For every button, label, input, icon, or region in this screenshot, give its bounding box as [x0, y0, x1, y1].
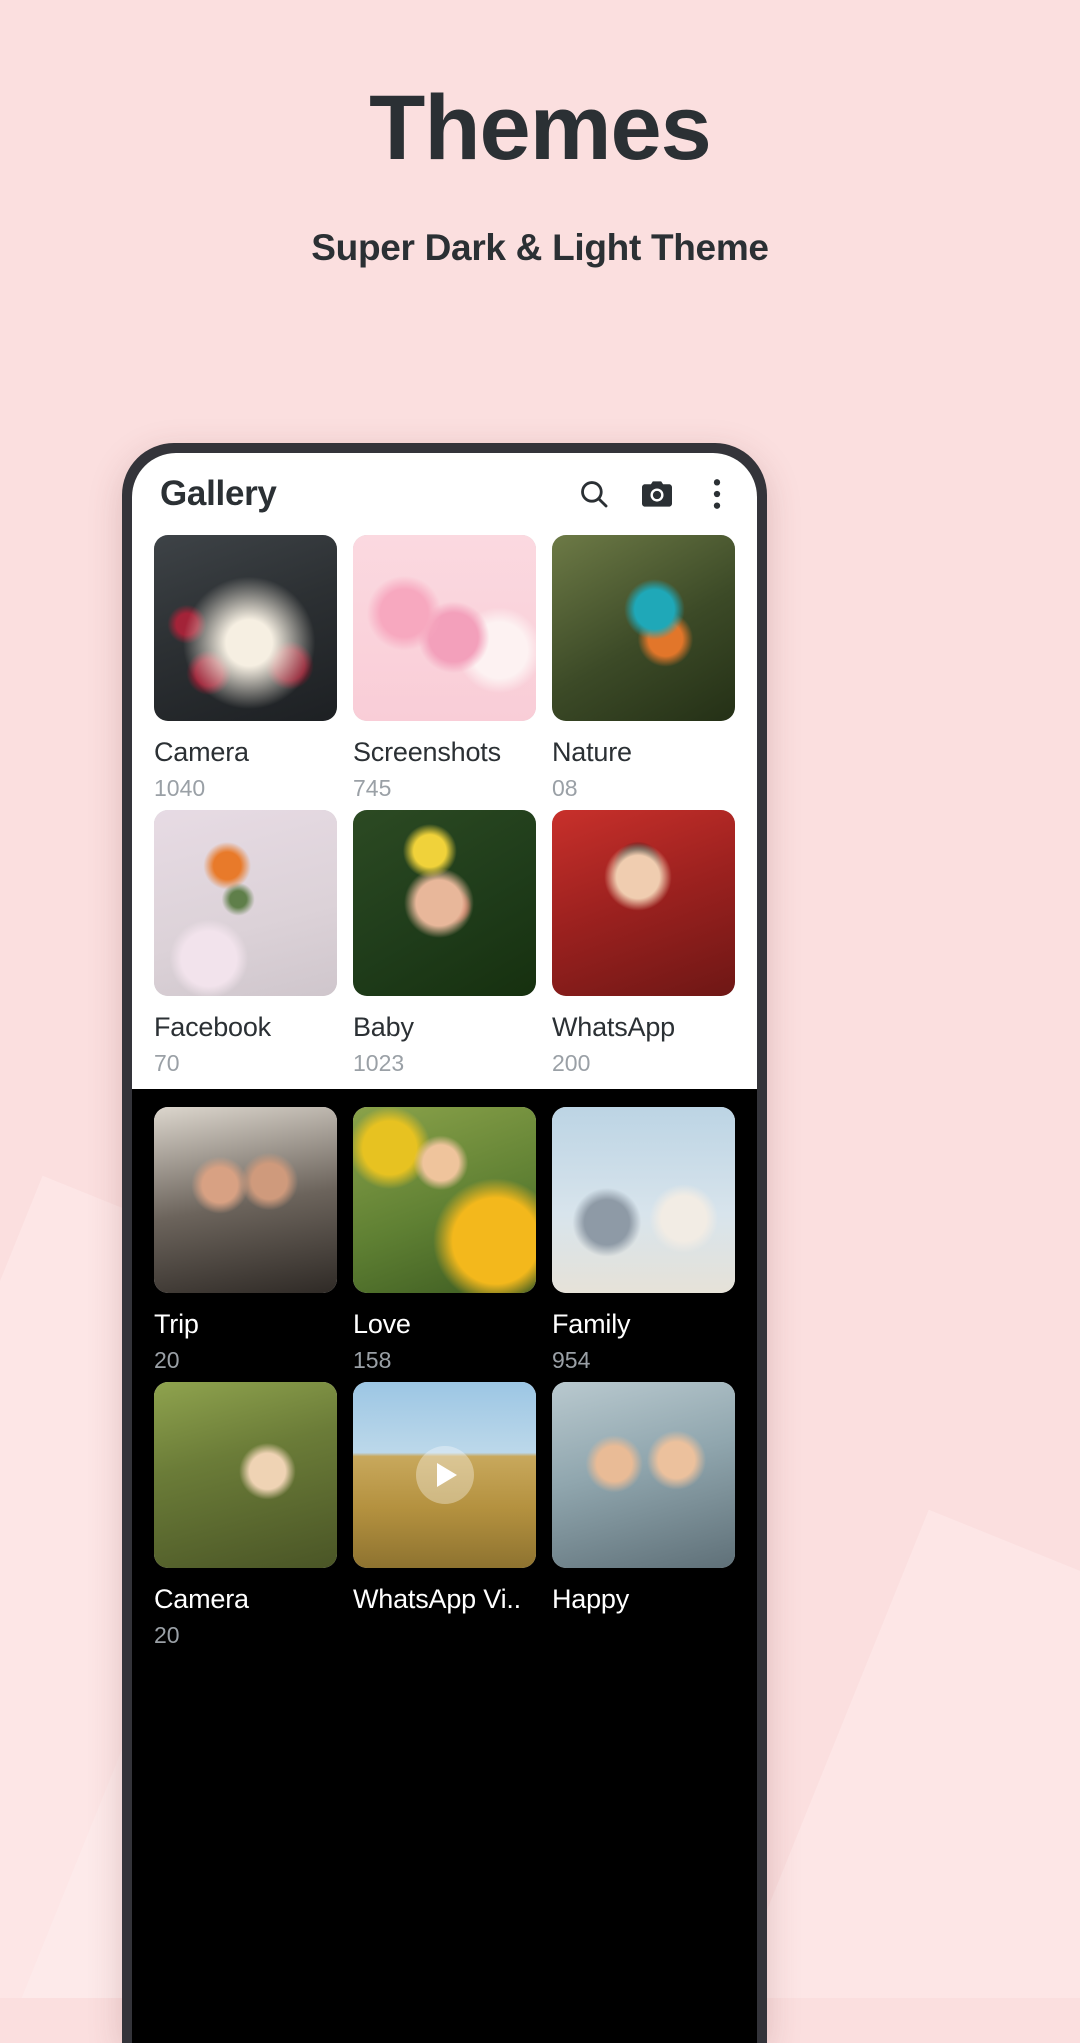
album-name: Facebook	[154, 1012, 271, 1042]
album-item[interactable]: Baby 1023	[353, 810, 536, 1085]
dark-album-grid: Trip 20 Love 158 Family 954 Camera 20 WhatsApp V…	[132, 1107, 757, 1657]
album-thumbnail[interactable]	[552, 535, 735, 721]
album-item[interactable]: Family 954	[552, 1107, 735, 1382]
overflow-menu-icon[interactable]	[703, 477, 731, 511]
app-header: Gallery	[132, 453, 757, 535]
album-name: Happy	[552, 1584, 630, 1614]
album-count: 745	[353, 775, 392, 801]
album-name: Love	[353, 1309, 411, 1339]
album-name: WhatsApp	[552, 1012, 675, 1042]
album-count: 1023	[353, 1050, 405, 1076]
album-item[interactable]: Trip 20	[154, 1107, 337, 1382]
album-photo	[154, 535, 337, 721]
album-photo	[353, 810, 536, 996]
album-thumbnail[interactable]	[154, 810, 337, 996]
album-item[interactable]: Screenshots 745	[353, 535, 536, 810]
album-thumbnail[interactable]	[154, 1107, 337, 1293]
light-theme-section: Gallery Camera 1040 Screenshots 745 Natu…	[132, 453, 757, 1089]
header-icon-group	[577, 476, 731, 512]
album-name: Camera	[154, 737, 249, 767]
album-item[interactable]: Camera 20	[154, 1382, 337, 1657]
album-count: 70	[154, 1050, 180, 1076]
dark-theme-section: Trip 20 Love 158 Family 954 Camera 20 WhatsApp V…	[132, 1089, 757, 1657]
album-thumbnail[interactable]	[552, 1382, 735, 1568]
album-count: 20	[154, 1622, 180, 1648]
light-album-grid: Camera 1040 Screenshots 745 Nature 08 Facebook…	[132, 535, 757, 1085]
album-count: 20	[154, 1347, 180, 1373]
album-name: Family	[552, 1309, 631, 1339]
phone-mockup: Gallery Camera 1040 Screenshots 745 Natu…	[122, 443, 767, 2043]
album-thumbnail[interactable]	[154, 535, 337, 721]
album-name: Camera	[154, 1584, 249, 1614]
album-thumbnail[interactable]	[552, 810, 735, 996]
album-item[interactable]: WhatsApp 200	[552, 810, 735, 1085]
album-thumbnail[interactable]	[154, 1382, 337, 1568]
album-photo	[552, 1382, 735, 1568]
search-icon[interactable]	[577, 477, 611, 511]
album-photo	[552, 810, 735, 996]
app-title: Gallery	[160, 474, 277, 513]
album-photo	[154, 1382, 337, 1568]
album-thumbnail[interactable]	[353, 535, 536, 721]
album-item[interactable]: Facebook 70	[154, 810, 337, 1085]
album-photo	[552, 535, 735, 721]
album-photo	[154, 810, 337, 996]
album-thumbnail[interactable]	[552, 1107, 735, 1293]
album-name: WhatsApp Vi..	[353, 1584, 521, 1614]
album-photo	[552, 1107, 735, 1293]
album-photo	[353, 535, 536, 721]
play-icon[interactable]	[415, 1446, 474, 1504]
album-count: 954	[552, 1347, 591, 1373]
album-thumbnail[interactable]	[353, 1107, 536, 1293]
album-name: Screenshots	[353, 737, 501, 767]
album-item[interactable]: WhatsApp Vi..	[353, 1382, 536, 1657]
album-item[interactable]: Camera 1040	[154, 535, 337, 810]
page-title: Themes	[369, 77, 712, 179]
album-count: 200	[552, 1050, 591, 1076]
camera-icon[interactable]	[639, 476, 675, 512]
album-thumbnail[interactable]	[353, 810, 536, 996]
phone-screen: Gallery Camera 1040 Screenshots 745 Natu…	[132, 453, 757, 2043]
album-count: 158	[353, 1347, 392, 1373]
album-photo	[154, 1107, 337, 1293]
album-thumbnail[interactable]	[353, 1382, 536, 1568]
album-photo	[353, 1107, 536, 1293]
album-name: Trip	[154, 1309, 199, 1339]
album-item[interactable]: Love 158	[353, 1107, 536, 1382]
album-item[interactable]: Nature 08	[552, 535, 735, 810]
page-subtitle: Super Dark & Light Theme	[311, 227, 769, 269]
album-count: 08	[552, 775, 578, 801]
album-item[interactable]: Happy	[552, 1382, 735, 1657]
album-name: Baby	[353, 1012, 414, 1042]
hero-section: Themes Super Dark & Light Theme	[0, 77, 1080, 269]
album-count: 1040	[154, 775, 206, 801]
album-name: Nature	[552, 737, 632, 767]
